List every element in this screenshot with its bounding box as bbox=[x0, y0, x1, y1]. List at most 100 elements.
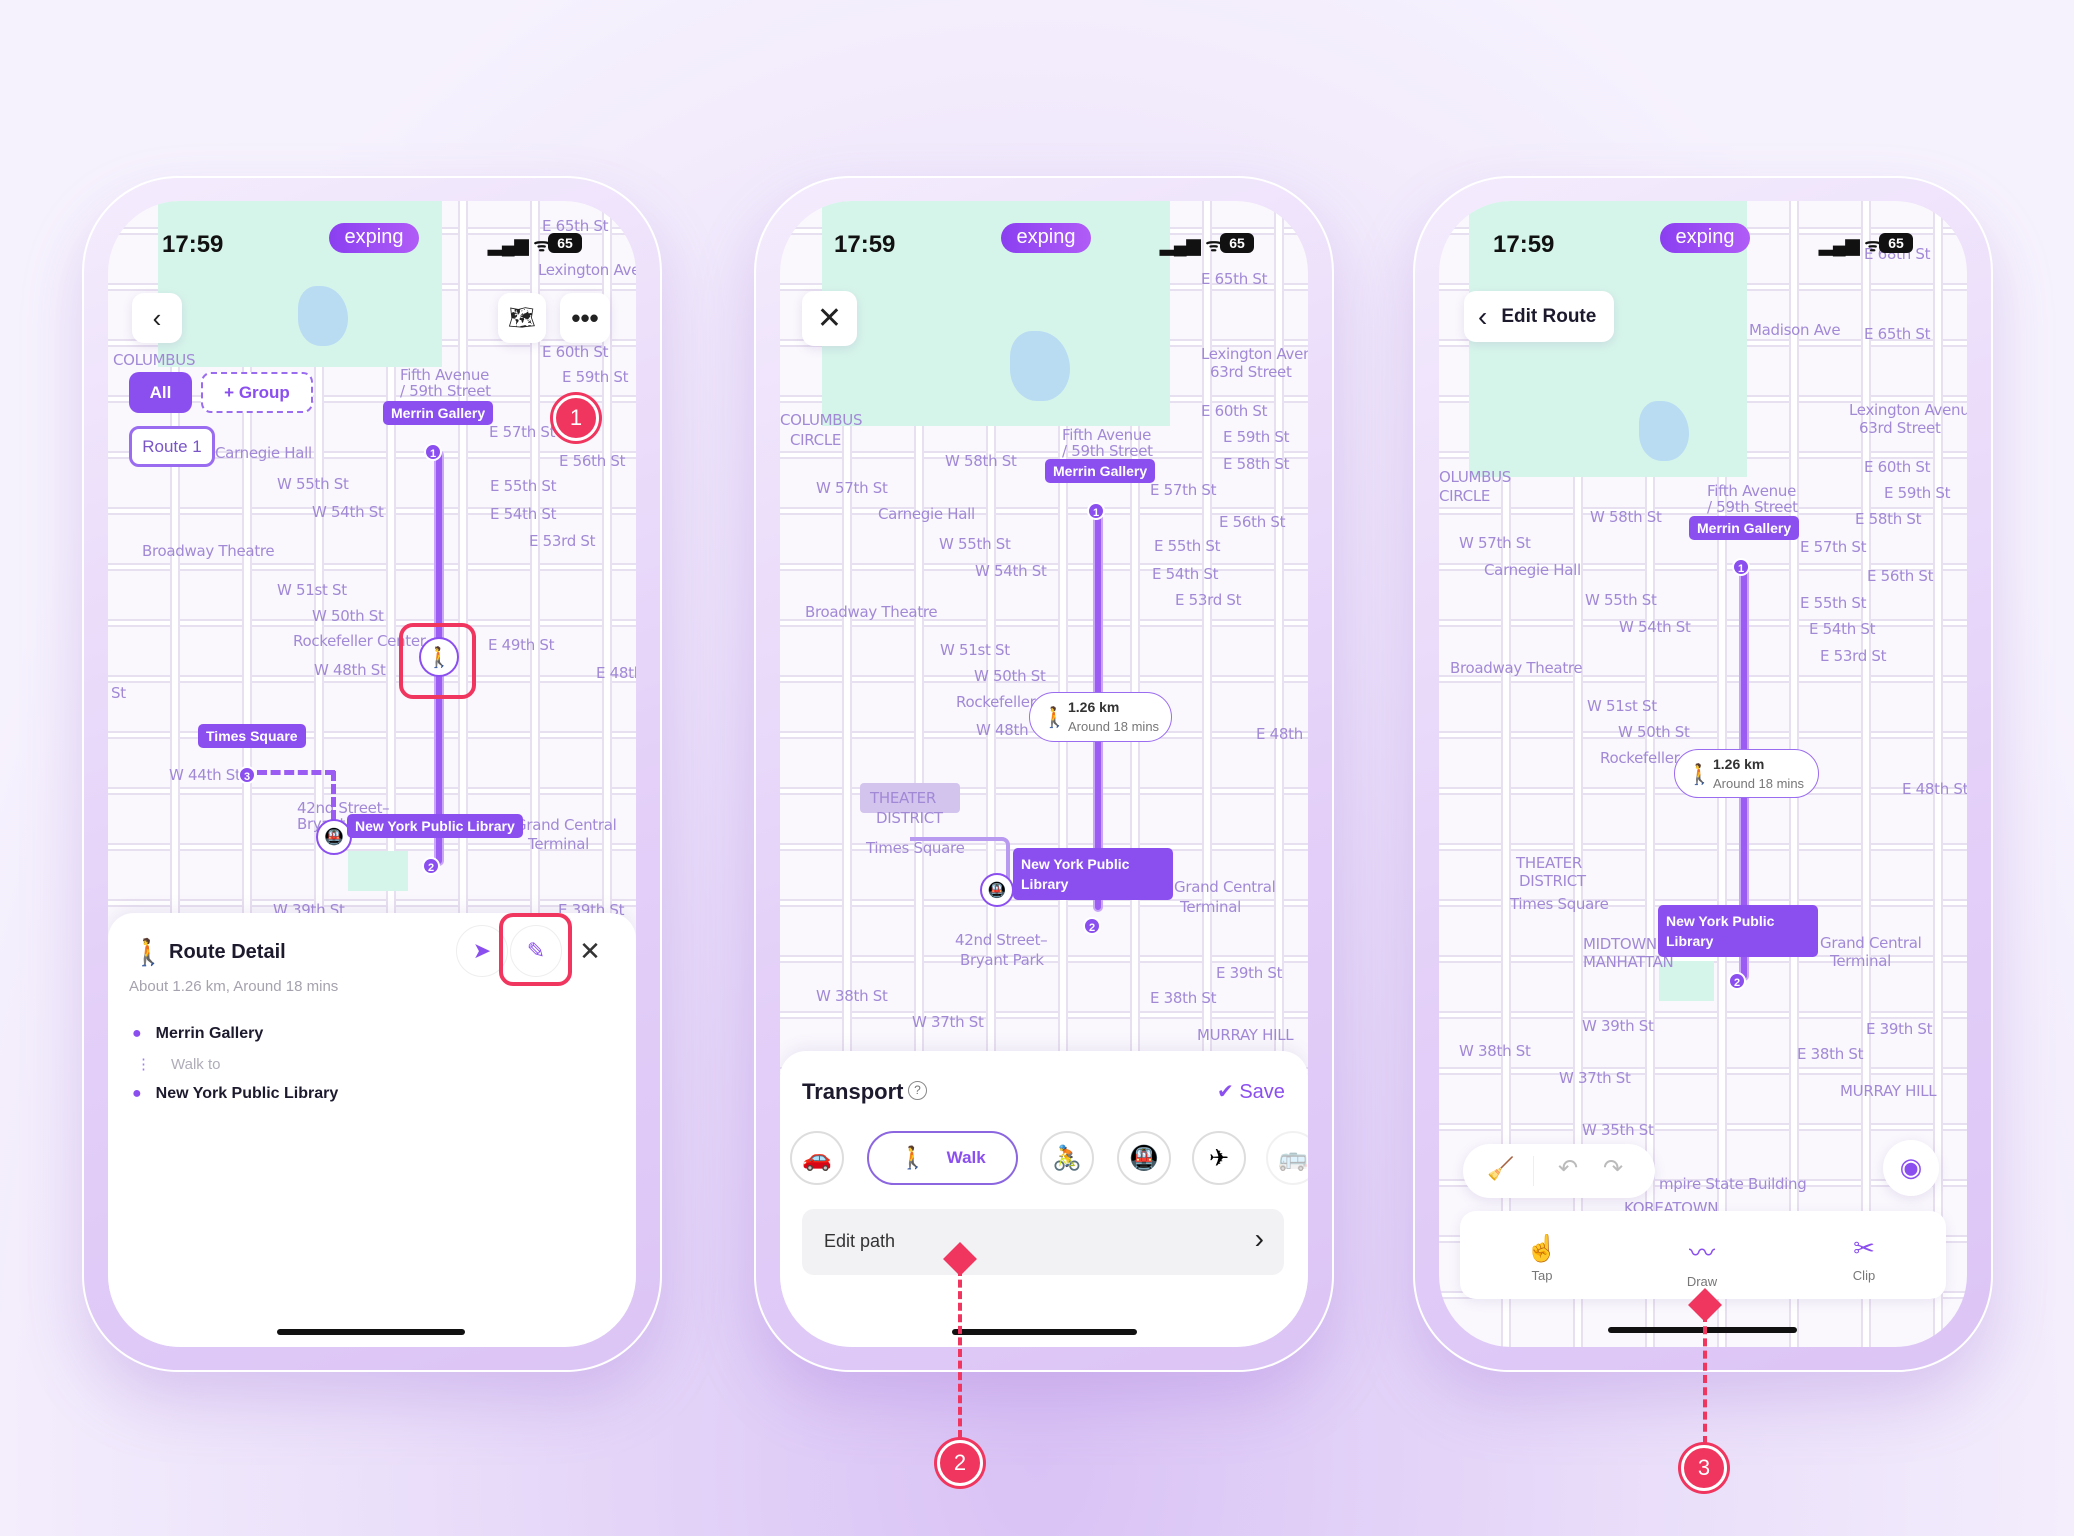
map-screen[interactable]: E 65th St COLUMBUS Fifth Avenue/ 59th Stre… bbox=[108, 201, 636, 1347]
filter-all-chip[interactable]: All bbox=[129, 372, 192, 413]
pin-merrin-gallery[interactable]: Merrin Gallery bbox=[1689, 516, 1800, 540]
map-street-label: 63rd Street bbox=[1859, 419, 1941, 437]
close-button[interactable]: ✕ bbox=[802, 291, 857, 346]
pin-new-york-public-library[interactable]: New York Public Library bbox=[347, 814, 523, 838]
close-icon: ✕ bbox=[816, 302, 843, 335]
map-view-button[interactable]: 🗺 bbox=[498, 293, 546, 343]
callout-line bbox=[1703, 1314, 1707, 1444]
edit-path-label: Edit path bbox=[824, 1231, 896, 1251]
sheet-subtitle: About 1.26 km, Around 18 mins bbox=[129, 978, 339, 995]
map-street-label: W 58th St bbox=[945, 452, 1017, 470]
map-street-label: E 65th St bbox=[1864, 325, 1931, 343]
map-street-label: MIDTOWN bbox=[1583, 935, 1657, 953]
map-street-label: Grand Central bbox=[1820, 934, 1922, 952]
stop-item[interactable]: ● New York Public Library bbox=[132, 1085, 338, 1115]
map-street-label: COLUMBUS bbox=[780, 411, 863, 429]
status-time: 17:59 bbox=[834, 231, 896, 258]
pin-times-square[interactable]: Times Square bbox=[198, 724, 306, 748]
mode-subway[interactable]: 🚇 bbox=[1117, 1131, 1171, 1185]
save-button[interactable]: ✔ Save bbox=[1217, 1079, 1285, 1104]
map-street-label: OLUMBUS bbox=[1439, 468, 1512, 486]
back-button[interactable]: ‹ bbox=[132, 293, 182, 343]
tap-icon: ☝ bbox=[1525, 1233, 1559, 1263]
mode-bike[interactable]: 🚴 bbox=[1040, 1131, 1094, 1185]
map-street-label: Rockefeller bbox=[956, 693, 1036, 711]
map-street-label: E 55th St bbox=[1154, 537, 1221, 555]
map-street-label: Times Square bbox=[1510, 895, 1609, 913]
pin-merrin-gallery[interactable]: Merrin Gallery bbox=[1045, 459, 1156, 483]
map-street-label: THEATER bbox=[1516, 854, 1582, 872]
stop-marker-2[interactable]: 2 bbox=[422, 857, 440, 875]
stop-item[interactable]: ● Merrin Gallery bbox=[132, 1025, 338, 1055]
mode-label: Walk bbox=[946, 1148, 986, 1167]
brand-pill: exping bbox=[1660, 223, 1750, 253]
callout-badge-1: 1 bbox=[553, 395, 599, 441]
home-indicator bbox=[277, 1329, 465, 1335]
signal-wifi-icon: ▂▄▆ ᯤ bbox=[1160, 235, 1222, 255]
crosshair-icon: ◉ bbox=[1899, 1152, 1923, 1182]
map-screen[interactable]: OLUMBUS CIRCLE Fifth Avenue/ 59th Street E … bbox=[1439, 201, 1967, 1347]
tool-draw[interactable]: 〰 Draw bbox=[1652, 1233, 1752, 1289]
mode-car[interactable]: 🚗 bbox=[790, 1131, 844, 1185]
stop-marker-1[interactable]: 1 bbox=[1732, 558, 1750, 576]
map-street-label: W 58th St bbox=[1590, 508, 1662, 526]
more-button[interactable]: ••• bbox=[560, 293, 610, 343]
duration-value: Around 18 mins bbox=[1068, 719, 1160, 734]
map-street-label: W 37th St bbox=[1559, 1069, 1631, 1087]
map-street-label: W 51st St bbox=[940, 641, 1010, 659]
subway-icon: 🚇 bbox=[1129, 1144, 1159, 1172]
battery-indicator: 65 bbox=[1220, 233, 1254, 253]
map-street-label: W 50th St bbox=[974, 667, 1046, 685]
pin-new-york-public-library[interactable]: New York Public Library bbox=[1658, 905, 1818, 957]
chevron-right-icon: › bbox=[1254, 1223, 1264, 1254]
map-street-label: E 54th St bbox=[1152, 565, 1219, 583]
duration-value: Around 18 mins bbox=[1713, 776, 1805, 791]
send-icon: ➤ bbox=[472, 938, 492, 963]
broom-icon[interactable]: 🧹 bbox=[1487, 1156, 1514, 1182]
stop-marker-1[interactable]: 1 bbox=[1087, 502, 1105, 520]
help-icon[interactable]: ? bbox=[908, 1081, 927, 1100]
stop-marker-3[interactable]: 3 bbox=[238, 766, 256, 784]
map-street-label: E 60th St bbox=[1864, 458, 1931, 476]
map-street-label: CIRCLE bbox=[1439, 487, 1491, 505]
status-time: 17:59 bbox=[162, 231, 224, 258]
stop-marker-2[interactable]: 2 bbox=[1728, 972, 1746, 990]
locate-button[interactable]: ◉ bbox=[1883, 1140, 1939, 1196]
pin-new-york-public-library[interactable]: New York Public Library bbox=[1013, 848, 1173, 900]
map-street-label: DISTRICT bbox=[876, 809, 943, 827]
map-street-label: E 56th St bbox=[1219, 513, 1286, 531]
phone-route-detail: E 65th St COLUMBUS Fifth Avenue/ 59th Stre… bbox=[82, 176, 662, 1372]
route-1-chip[interactable]: Route 1 bbox=[129, 426, 215, 467]
redo-icon[interactable]: ↷ bbox=[1603, 1154, 1623, 1183]
pin-merrin-gallery[interactable]: Merrin Gallery bbox=[383, 401, 494, 425]
tool-tap[interactable]: ☝ Tap bbox=[1492, 1233, 1592, 1283]
map-screen[interactable]: COLUMBUS CIRCLE Fifth Avenue/ 59th Street E… bbox=[780, 201, 1308, 1347]
battery-indicator: 65 bbox=[1879, 233, 1913, 253]
mode-plane[interactable]: ✈ bbox=[1192, 1131, 1246, 1185]
stop-marker-1[interactable]: 1 bbox=[424, 443, 442, 461]
map-street-label: Grand Central bbox=[515, 816, 617, 834]
distance-value: 1.26 km bbox=[1068, 699, 1120, 715]
distance-pill[interactable]: 🚶 1.26 km Around 18 mins bbox=[1029, 692, 1172, 742]
chevron-left-icon: ‹ bbox=[152, 302, 162, 333]
map-street-label: Bryant Park bbox=[960, 951, 1044, 969]
map-street-label: E 53rd St bbox=[1820, 647, 1887, 665]
phone-transport: COLUMBUS CIRCLE Fifth Avenue/ 59th Street E… bbox=[754, 176, 1334, 1372]
add-group-chip[interactable]: + Group bbox=[201, 372, 313, 413]
undo-icon[interactable]: ↶ bbox=[1558, 1154, 1578, 1183]
map-street-label: E 38th St bbox=[1797, 1045, 1864, 1063]
map-street-label: W 50th St bbox=[312, 607, 384, 625]
map-street-label: W 55th St bbox=[277, 475, 349, 493]
mode-walk[interactable]: 🚶 Walk bbox=[867, 1131, 1018, 1185]
edit-route-back-button[interactable]: ‹ Edit Route bbox=[1464, 291, 1614, 342]
map-street-label: W 44th St bbox=[169, 766, 241, 784]
edit-path-row[interactable]: Edit path › bbox=[802, 1209, 1284, 1275]
map-street-label: E 58th St bbox=[1223, 455, 1290, 473]
map-street-label: E 49th St bbox=[488, 636, 555, 654]
map-street-label: W 51st St bbox=[1587, 697, 1657, 715]
check-icon: ✔ bbox=[1217, 1081, 1240, 1103]
stop-marker-2[interactable]: 2 bbox=[1083, 917, 1101, 935]
map-street-label: THEATER bbox=[870, 789, 936, 807]
distance-pill[interactable]: 🚶 1.26 km Around 18 mins bbox=[1674, 749, 1819, 798]
tool-clip[interactable]: ✂ Clip bbox=[1814, 1233, 1914, 1283]
